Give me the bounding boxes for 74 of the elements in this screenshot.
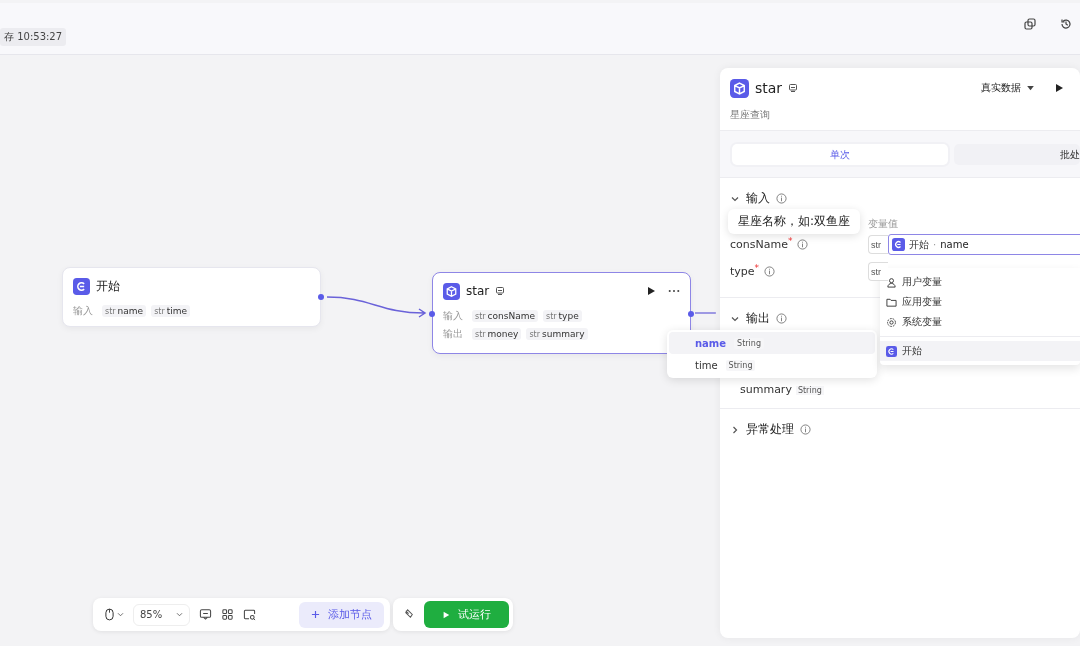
add-node-button[interactable]: 添加节点 [299, 601, 384, 628]
panel-description: 星座查询 [729, 108, 771, 122]
required-mark: * [787, 236, 793, 246]
menu-item[interactable]: 系统变量 [880, 312, 1080, 332]
plugin-icon [495, 286, 506, 296]
section-title: 异常处理 [746, 421, 794, 438]
info-icon [764, 266, 776, 277]
info-icon [776, 193, 787, 204]
tab[interactable]: 单次 [732, 144, 948, 165]
plus-icon [311, 610, 320, 619]
param-name: type [730, 265, 755, 278]
wrench-icon[interactable] [403, 608, 416, 621]
panel-title: star [755, 80, 783, 96]
copy-icon[interactable] [1024, 17, 1036, 30]
caret-icon[interactable] [117, 612, 124, 617]
info-icon [797, 239, 809, 250]
mouse-icon[interactable] [105, 608, 114, 621]
zoom-select[interactable]: 85% [133, 603, 191, 626]
variable-field[interactable]: 开始 · name [888, 234, 1080, 255]
param-tag: str name [102, 305, 147, 317]
chevron-icon[interactable] [730, 424, 740, 435]
workflow-node[interactable]: 开始 输入 str name str time [62, 267, 321, 327]
play-icon [442, 610, 450, 619]
more-icon[interactable] [668, 289, 680, 293]
column-header: 变量值 [868, 218, 898, 229]
gear-icon [886, 316, 897, 328]
port-dot[interactable] [318, 294, 324, 300]
param-tag: str time [151, 305, 191, 317]
plugin-icon [788, 83, 799, 93]
row-label: 输入 [443, 309, 464, 323]
node-title: 开始 [96, 277, 120, 295]
start-icon [73, 277, 90, 295]
section-title: 输入 [746, 190, 770, 207]
save-status: 存 10:53:27 [0, 28, 67, 46]
param-tag: str type [543, 310, 582, 322]
chevron-icon [176, 612, 184, 617]
menu-item[interactable]: 开始 [880, 341, 1080, 361]
tooltip: 星座名称，如:双鱼座 [728, 209, 861, 234]
info-icon [776, 313, 787, 324]
cube-icon [730, 78, 749, 98]
port-dot[interactable] [688, 311, 694, 317]
menu-item[interactable]: time String [669, 354, 875, 376]
start-icon [892, 238, 905, 251]
menu-item[interactable]: 应用变量 [880, 292, 1080, 312]
play-icon[interactable] [1054, 83, 1064, 93]
type-label: String [795, 386, 824, 395]
history-icon[interactable] [1060, 17, 1072, 30]
section-title: 输出 [746, 310, 770, 327]
folder-icon [886, 296, 897, 308]
comment-icon[interactable] [199, 608, 213, 621]
node-title: star [466, 284, 490, 298]
row-label: 输出 [443, 327, 464, 341]
port-dot[interactable] [429, 311, 435, 317]
param-name: summary [740, 383, 792, 396]
required-mark: * [754, 263, 760, 273]
play-icon[interactable] [646, 286, 656, 296]
user-icon [886, 276, 897, 288]
menu-item[interactable]: name String [669, 332, 875, 354]
param-tag: str money [472, 328, 522, 340]
tab[interactable]: 批处 [954, 144, 1080, 165]
type-select[interactable]: str [868, 262, 888, 281]
start-icon [886, 345, 897, 357]
caret-icon [1027, 85, 1034, 91]
param-tag: str consName [472, 310, 538, 322]
param-tag: str summary [526, 328, 588, 340]
workflow-node[interactable]: star 输入 str consName str type 输出 str money str summary [432, 272, 691, 354]
row-label: 输入 [73, 304, 94, 318]
param-name: consName [730, 238, 788, 251]
info-icon [800, 424, 811, 435]
cube-icon [443, 282, 460, 300]
minimap-icon[interactable] [243, 608, 257, 621]
data-mode-dropdown[interactable]: 真实数据 [981, 81, 1034, 95]
type-select[interactable]: str [868, 235, 888, 254]
grid-icon[interactable] [221, 608, 235, 621]
